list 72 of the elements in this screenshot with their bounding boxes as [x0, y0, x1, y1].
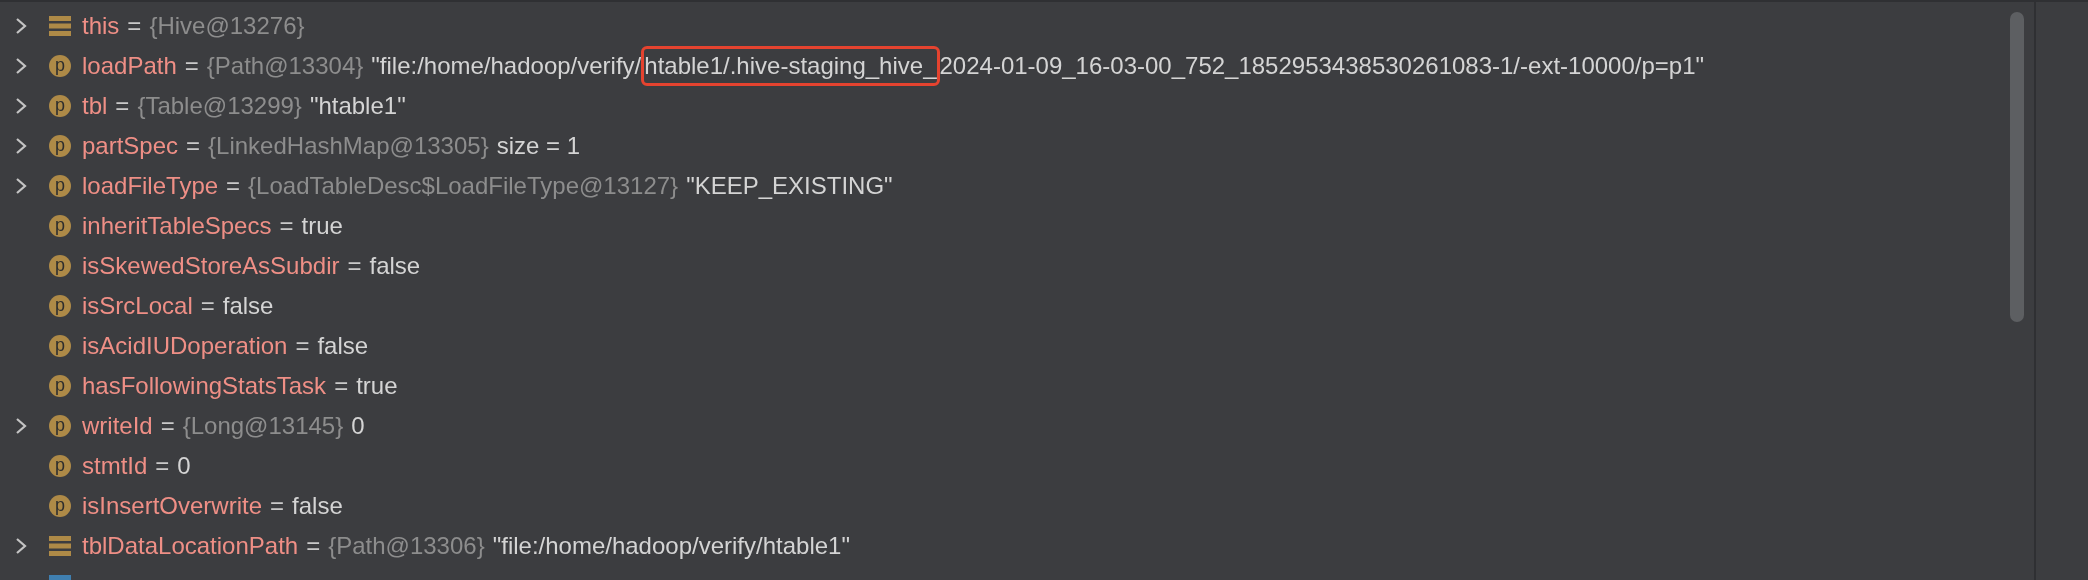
expand-chevron-icon[interactable] [14, 17, 28, 35]
variable-name: isInsertOverwrite [82, 492, 263, 520]
expand-chevron-icon[interactable] [14, 537, 28, 555]
field-icon: p [49, 415, 71, 437]
equals-sign: = [155, 452, 170, 480]
stack-icon [49, 16, 71, 36]
equals-sign: = [200, 292, 215, 320]
equals-sign: = [270, 492, 285, 520]
variable-name: writeId [82, 412, 153, 440]
equals-sign: = [127, 12, 142, 40]
variable-name: inheritTableSpecs [82, 212, 272, 240]
variable-value: false [369, 252, 421, 280]
type-reference: {LinkedHashMap@13305} [208, 132, 489, 160]
equals-sign: = [226, 172, 241, 200]
variable-name: isSkewedStoreAsSubdir [82, 252, 340, 280]
variable-value: false [292, 492, 343, 520]
scrollbar-thumb[interactable] [2010, 12, 2024, 322]
variable-name: loadFileType [82, 172, 219, 200]
equals-sign: = [306, 532, 321, 560]
variable-value: false [317, 332, 369, 360]
variable-name: hasFollowingStatsTask [82, 372, 327, 400]
variable-name: this [82, 12, 120, 40]
expand-chevron-icon[interactable] [14, 57, 28, 75]
equals-sign: = [115, 92, 130, 120]
expand-chevron-icon[interactable] [14, 417, 28, 435]
variable-value: "file:/home/hadoop/verify/ [371, 52, 642, 80]
expand-chevron-icon[interactable] [14, 137, 28, 155]
expand-chevron-icon[interactable] [14, 97, 28, 115]
type-reference: {LoadTableDesc$LoadFileType@13127} [248, 172, 679, 200]
field-icon: p [49, 95, 71, 117]
variable-value: true [356, 372, 398, 400]
variable-value: 0 [351, 412, 365, 440]
type-reference: {Hive@13276} [149, 12, 305, 40]
field-icon: p [49, 495, 71, 517]
variable-name: stmtId [82, 452, 148, 480]
field-icon: p [49, 255, 71, 277]
expand-chevron-icon[interactable] [14, 177, 28, 195]
field-icon: p [49, 135, 71, 157]
variable-value: 0 [177, 452, 191, 480]
variable-name: isSrcLocal [82, 292, 193, 320]
variable-value: false [222, 292, 274, 320]
field-icon: p [49, 295, 71, 317]
variable-name: tblDataLocationPath [82, 532, 299, 560]
field-icon: p [49, 455, 71, 477]
variable-value: size = 1 [496, 132, 581, 160]
equals-sign: = [295, 332, 310, 360]
variable-value: true [301, 212, 343, 240]
variable-name: loadPath [82, 52, 177, 80]
variable-name: isAcidIUDoperation [82, 332, 288, 360]
field-icon: p [49, 375, 71, 397]
highlighted-value-text: htable1/.hive-staging_hive_ [641, 46, 940, 86]
equals-sign: = [347, 252, 362, 280]
equals-sign: = [186, 132, 201, 160]
equals-sign: = [279, 212, 294, 240]
variable-value: 2024-01-09_16-03-00_752_1852953438530261083-1/-ext-10000/p=p1" [939, 52, 1705, 80]
field-icon: p [49, 215, 71, 237]
type-reference: {Long@13145} [182, 412, 344, 440]
field-icon: p [49, 335, 71, 357]
variable-name: tbl [82, 92, 108, 120]
variable-name: partSpec [82, 132, 179, 160]
field-icon: p [49, 55, 71, 77]
type-reference: {Table@13299} [137, 92, 302, 120]
equals-sign: = [184, 52, 199, 80]
field-icon: p [49, 175, 71, 197]
equals-sign: = [334, 372, 349, 400]
type-reference: {Path@13304} [206, 52, 364, 80]
type-reference: {Path@13306} [328, 532, 485, 560]
variable-value: "KEEP_EXISTING" [686, 172, 893, 200]
stack-icon [49, 536, 71, 556]
variable-value: "htable1" [309, 92, 406, 120]
variable-value: "file:/home/hadoop/verify/htable1" [492, 532, 850, 560]
equals-sign: = [160, 412, 175, 440]
